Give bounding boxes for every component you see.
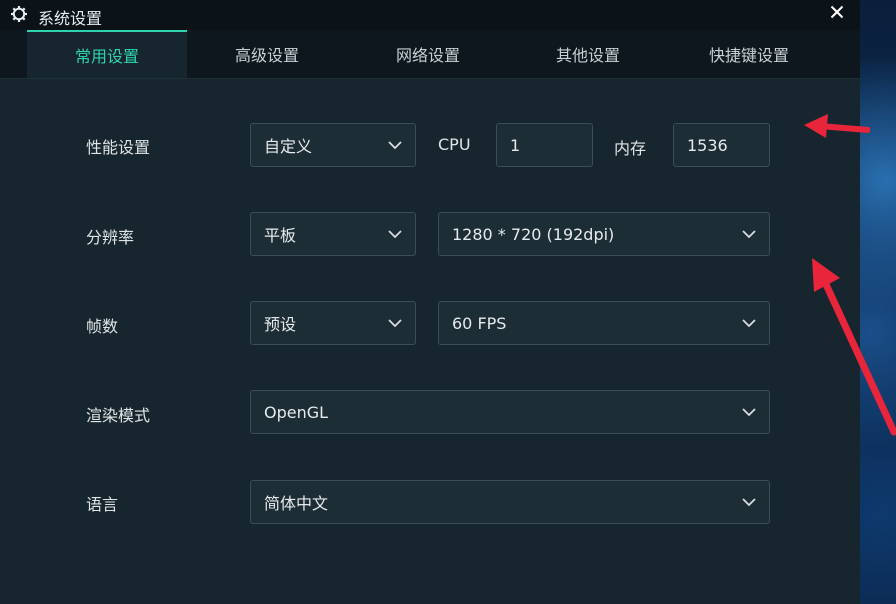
framerate-value-select[interactable]: 60 FPS xyxy=(438,301,770,345)
memory-label: 内存 xyxy=(614,139,647,158)
render-mode-label: 渲染模式 xyxy=(86,406,151,425)
cpu-input[interactable]: 1 xyxy=(496,123,593,167)
resolution-type-value: 平板 xyxy=(264,226,297,245)
resolution-value-select[interactable]: 1280 * 720 (192dpi) xyxy=(438,212,770,256)
render-mode-value: OpenGL xyxy=(264,402,329,422)
chevron-down-icon xyxy=(741,315,757,331)
tab-shortcut-settings[interactable]: 快捷键设置 xyxy=(669,30,829,78)
memory-input[interactable]: 1536 xyxy=(673,123,770,167)
resolution-label: 分辨率 xyxy=(86,228,135,247)
framerate-value: 60 FPS xyxy=(452,313,507,333)
chevron-down-icon xyxy=(387,315,403,331)
window-title: 系统设置 xyxy=(38,9,103,28)
framerate-mode-select[interactable]: 预设 xyxy=(250,301,416,345)
render-mode-select[interactable]: OpenGL xyxy=(250,390,770,434)
tab-common-settings[interactable]: 常用设置 xyxy=(27,30,187,78)
tab-advanced-settings[interactable]: 高级设置 xyxy=(187,30,347,78)
language-label: 语言 xyxy=(86,495,119,514)
cpu-label: CPU xyxy=(438,135,471,154)
title-bar: 系统设置 xyxy=(0,0,860,30)
tab-bar: 常用设置 高级设置 网络设置 其他设置 快捷键设置 xyxy=(0,30,860,79)
memory-value: 1536 xyxy=(687,135,728,155)
annotation-arrow-left xyxy=(804,114,870,138)
language-value: 简体中文 xyxy=(264,494,329,513)
tab-network-settings[interactable]: 网络设置 xyxy=(348,30,508,78)
gear-icon xyxy=(10,5,28,23)
chevron-down-icon xyxy=(387,226,403,242)
cpu-value: 1 xyxy=(510,135,521,155)
close-button[interactable] xyxy=(824,0,850,26)
performance-mode-select[interactable]: 自定义 xyxy=(250,123,416,167)
chevron-down-icon xyxy=(741,494,757,510)
performance-mode-value: 自定义 xyxy=(264,137,313,156)
chevron-down-icon xyxy=(387,137,403,153)
annotation-arrow-diagonal xyxy=(812,258,896,436)
chevron-down-icon xyxy=(741,226,757,242)
chevron-down-icon xyxy=(741,404,757,420)
tab-other-settings[interactable]: 其他设置 xyxy=(508,30,668,78)
settings-dialog: 系统设置 常用设置 高级设置 网络设置 其他设置 快捷键设置 性能设置 自定义 … xyxy=(0,0,860,604)
resolution-value: 1280 * 720 (192dpi) xyxy=(452,224,615,244)
performance-label: 性能设置 xyxy=(86,138,151,157)
language-select[interactable]: 简体中文 xyxy=(250,480,770,524)
close-icon xyxy=(830,4,844,23)
framerate-mode-value: 预设 xyxy=(264,315,297,334)
framerate-label: 帧数 xyxy=(86,317,119,336)
resolution-type-select[interactable]: 平板 xyxy=(250,212,416,256)
